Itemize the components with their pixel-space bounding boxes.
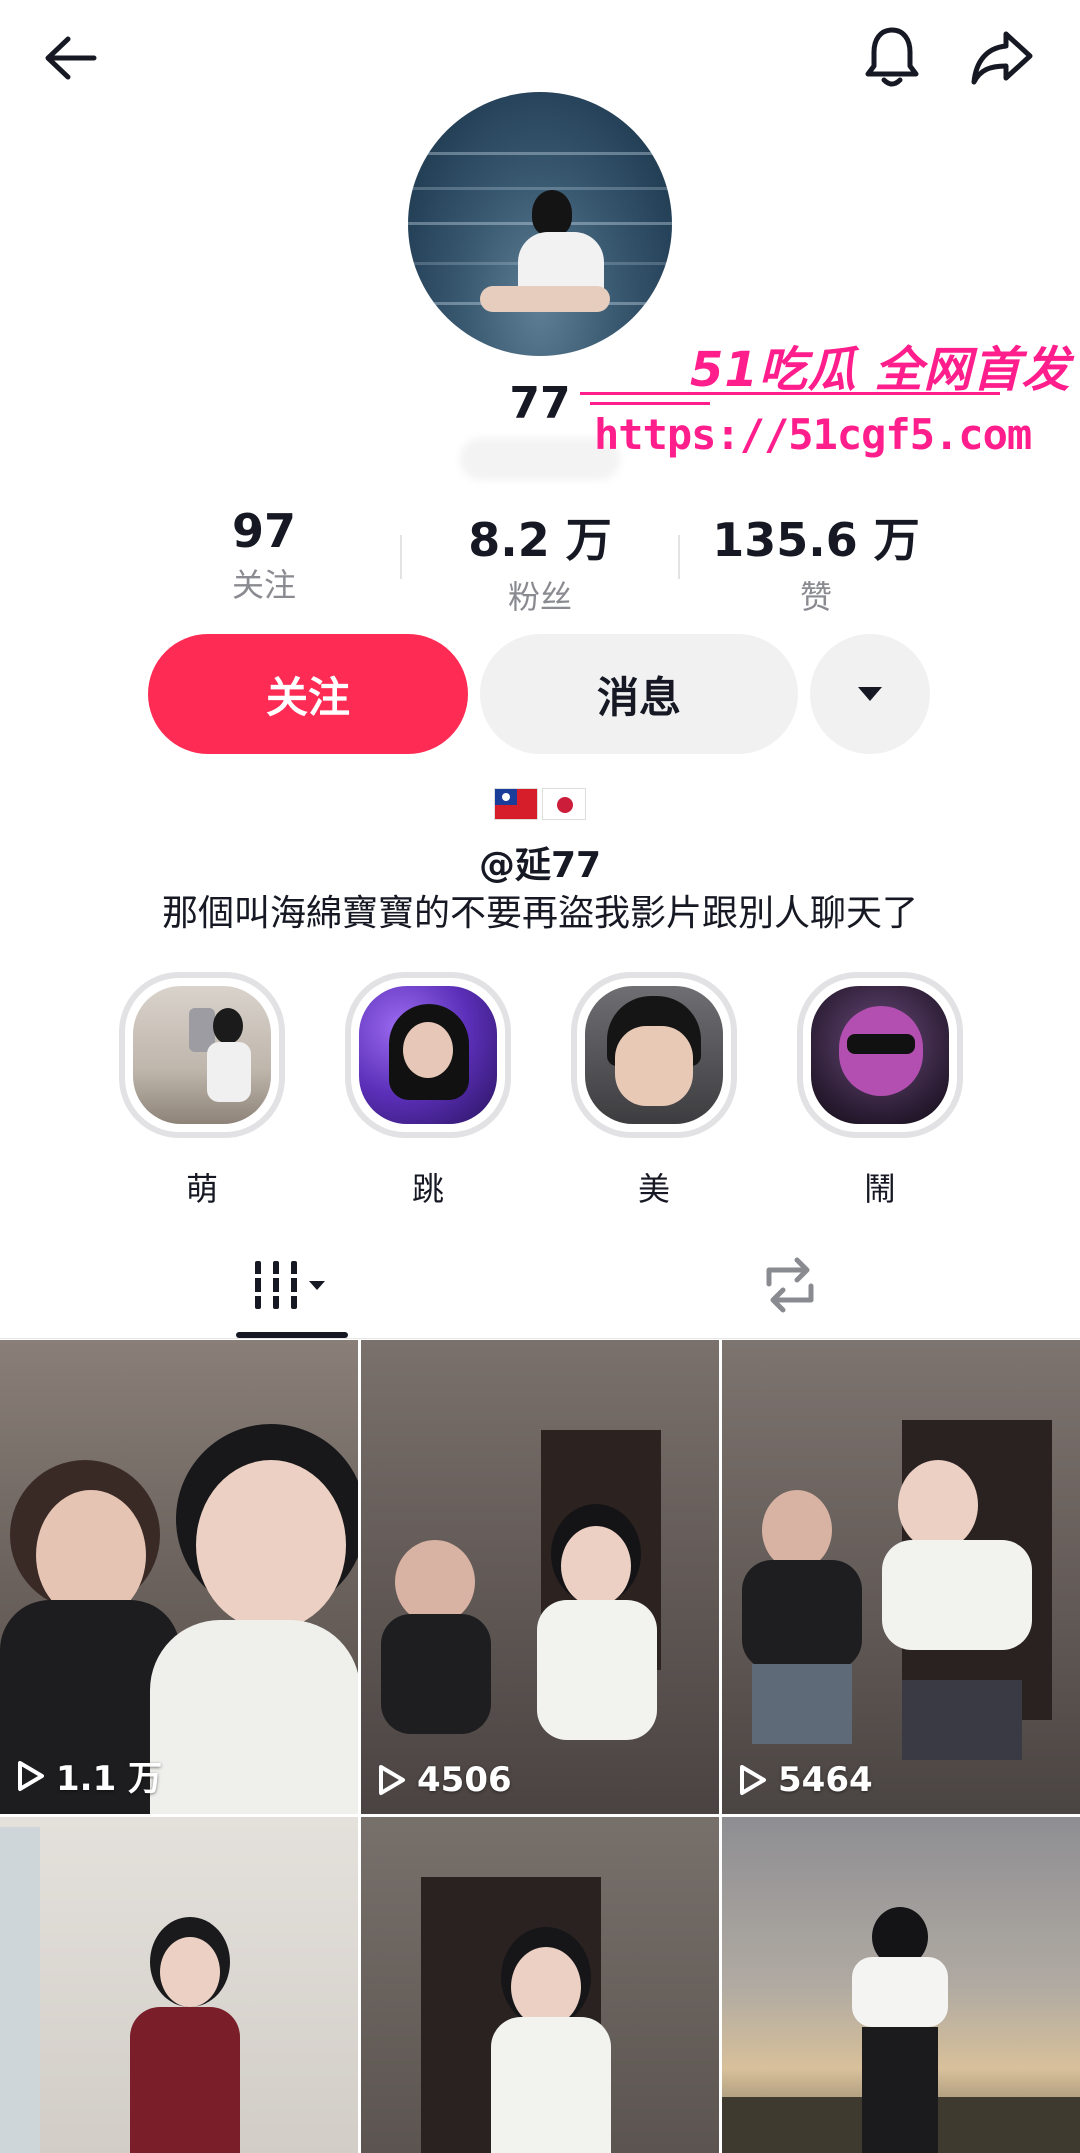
video-thumbnail[interactable] bbox=[722, 1817, 1080, 2153]
video-thumbnail[interactable]: 5464 bbox=[722, 1340, 1080, 1814]
followers-label: 粉丝 bbox=[507, 578, 572, 616]
tab-reposts[interactable] bbox=[700, 1240, 880, 1330]
highlight-label: 跳 bbox=[411, 1170, 444, 1208]
view-count-text: 4506 bbox=[417, 1760, 512, 1800]
play-icon bbox=[379, 1765, 405, 1795]
back-arrow-icon bbox=[45, 36, 97, 80]
highlight-4[interactable]: 鬧 bbox=[797, 972, 963, 1210]
video-thumbnail[interactable]: 4506 bbox=[361, 1340, 719, 1814]
watermark-url: https://51cgf5.com bbox=[594, 410, 1032, 459]
message-button[interactable]: 消息 bbox=[480, 634, 798, 754]
notification-button[interactable] bbox=[852, 16, 932, 96]
grid-icon bbox=[249, 1261, 325, 1309]
play-icon bbox=[740, 1765, 766, 1795]
following-label: 关注 bbox=[231, 566, 296, 604]
highlight-3[interactable]: 美 bbox=[571, 972, 737, 1210]
stat-followers[interactable]: 8.2 万 粉丝 bbox=[390, 504, 690, 618]
highlight-2[interactable]: 跳 bbox=[345, 972, 511, 1210]
repost-icon bbox=[766, 1257, 814, 1313]
followers-count: 8.2 万 bbox=[468, 513, 612, 567]
follow-button[interactable]: 关注 bbox=[148, 634, 468, 754]
watermark-title: 51吃瓜 全网首发 bbox=[690, 342, 1071, 398]
stat-following[interactable]: 97 关注 bbox=[114, 504, 414, 606]
likes-label: 赞 bbox=[799, 578, 832, 616]
highlight-thumbnail bbox=[359, 986, 497, 1124]
view-count: 5464 bbox=[738, 1760, 873, 1800]
likes-count: 135.6 万 bbox=[712, 513, 920, 567]
stat-likes[interactable]: 135.6 万 赞 bbox=[666, 504, 966, 618]
highlight-thumbnail bbox=[585, 986, 723, 1124]
highlight-label: 美 bbox=[637, 1170, 670, 1208]
highlight-label: 萌 bbox=[185, 1170, 218, 1208]
share-button[interactable] bbox=[962, 18, 1042, 98]
following-count: 97 bbox=[231, 504, 296, 558]
play-icon bbox=[18, 1760, 44, 1791]
more-options-button[interactable] bbox=[810, 634, 930, 754]
tab-divider bbox=[0, 1338, 1080, 1339]
bio-flags bbox=[494, 788, 586, 820]
video-thumbnail[interactable]: 1.1 万 bbox=[0, 1340, 358, 1814]
view-count: 1.1 万 bbox=[16, 1751, 162, 1800]
bio-handle: @延77 bbox=[478, 845, 602, 886]
highlight-thumbnail bbox=[811, 986, 949, 1124]
highlight-thumbnail bbox=[133, 986, 271, 1124]
view-count-text: 1.1 万 bbox=[56, 1759, 163, 1799]
back-button[interactable] bbox=[30, 18, 110, 98]
avatar[interactable] bbox=[408, 92, 672, 356]
view-count-text: 5464 bbox=[778, 1760, 873, 1800]
tab-videos[interactable] bbox=[200, 1240, 380, 1330]
highlight-label: 鬧 bbox=[863, 1170, 896, 1208]
flag-taiwan-icon bbox=[494, 788, 538, 820]
triangle-down-icon bbox=[858, 687, 882, 701]
share-icon bbox=[971, 31, 1033, 85]
view-count: 4506 bbox=[377, 1760, 512, 1800]
video-thumbnail[interactable] bbox=[0, 1817, 358, 2153]
video-thumbnail[interactable] bbox=[361, 1817, 719, 2153]
flag-japan-icon bbox=[542, 788, 586, 820]
highlight-1[interactable]: 萌 bbox=[119, 972, 285, 1210]
bio-text: 那個叫海綿寶寶的不要再盜我影片跟別人聊天了 bbox=[161, 893, 918, 934]
bell-icon bbox=[865, 27, 919, 87]
